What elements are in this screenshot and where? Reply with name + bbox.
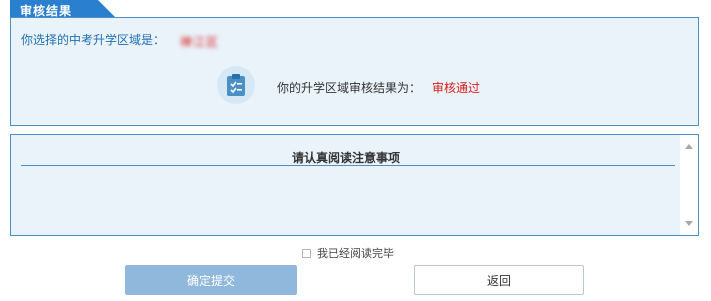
read-confirm-row[interactable]: 我已经阅读完毕 [302, 246, 394, 260]
status-label: 你的升学区域审核结果为： [277, 81, 422, 95]
submit-button[interactable]: 确定提交 [125, 265, 297, 295]
scroll-up-icon[interactable] [685, 144, 693, 149]
region-label: 你选择的中考升学区域是： [21, 33, 166, 47]
read-confirm-label[interactable]: 我已经阅读完毕 [317, 245, 394, 261]
scroll-down-icon[interactable] [685, 221, 693, 226]
notice-title: 请认真阅读注意事项 [291, 151, 400, 165]
result-panel: 你选择的中考升学区域是： 禅江区 你的升学区域审核结果为： 审核通过 [10, 17, 699, 126]
back-button[interactable]: 返回 [414, 265, 584, 295]
result-tab: 审核结果 [10, 0, 116, 18]
notice-scrollbar[interactable] [680, 135, 698, 235]
notice-divider [21, 165, 675, 166]
read-confirm-checkbox[interactable] [302, 248, 311, 258]
notice-panel[interactable]: 请认真阅读注意事项 [10, 134, 699, 236]
clipboard-check-icon [217, 66, 255, 104]
status-value: 审核通过 [432, 81, 481, 95]
region-value: 禅江区 [180, 35, 220, 49]
